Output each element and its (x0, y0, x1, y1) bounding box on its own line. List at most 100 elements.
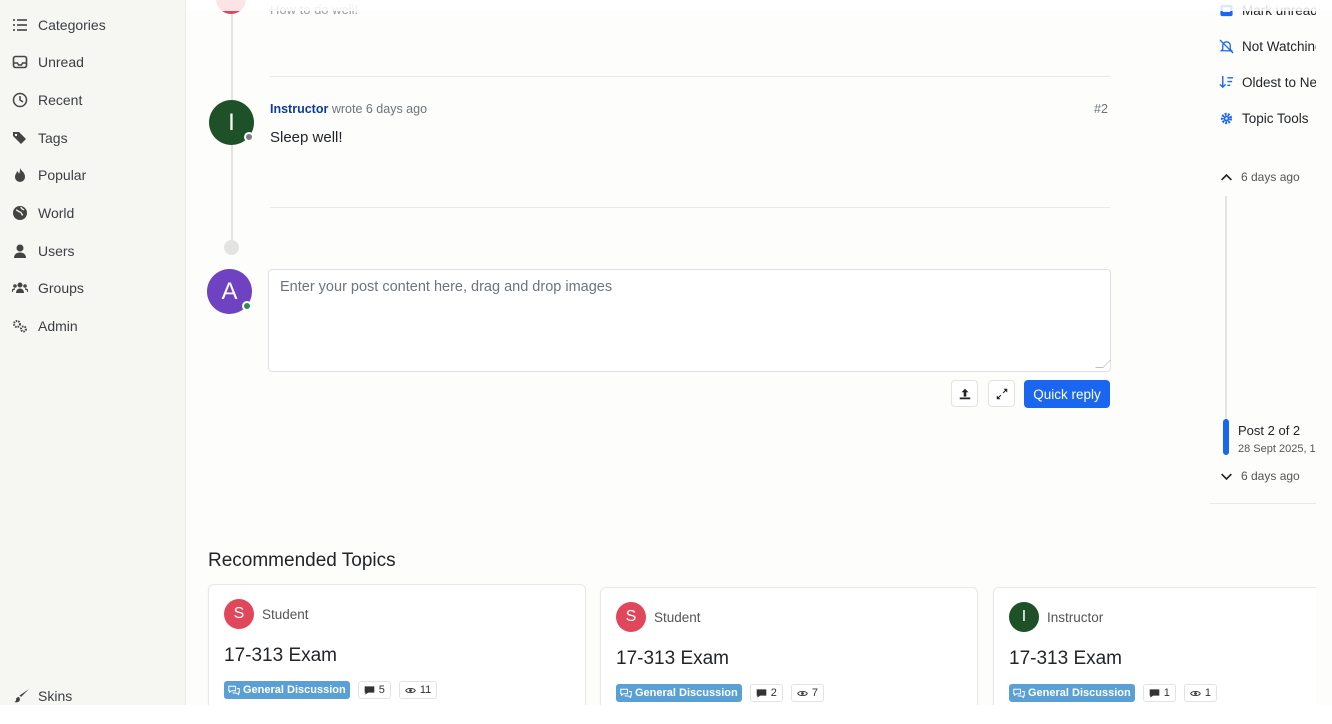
post-author-link[interactable]: Instructor (270, 102, 328, 116)
expand-icon (996, 388, 1007, 399)
sidebar-item-label: Recent (38, 92, 83, 108)
sidebar-item-label: Popular (38, 167, 87, 183)
expand-composer-button[interactable] (988, 380, 1015, 407)
sidebar-item-label: Categories (38, 17, 106, 33)
sidebar-item-tags[interactable]: Tags (12, 127, 68, 149)
card-username[interactable]: Student (262, 607, 309, 622)
eye-icon (1190, 690, 1201, 696)
users-icon (12, 282, 28, 293)
topic-card[interactable]: I Instructor 17-313 Exam General Discuss… (993, 587, 1316, 705)
card-meta: General Discussion 2 7 (616, 684, 824, 702)
sidebar-item-recent[interactable]: Recent (12, 89, 82, 111)
navigator-thumb[interactable] (1223, 419, 1229, 455)
view-count: 11 (398, 681, 438, 699)
sidebar-item-label: World (38, 205, 75, 221)
eye-icon (405, 687, 416, 693)
navigator-bottom-button[interactable]: 6 days ago (1220, 469, 1300, 483)
sort-label: Oldest to Newest (1242, 75, 1316, 90)
sidebar-item-popular[interactable]: Popular (12, 164, 86, 186)
sort-icon (1219, 75, 1234, 89)
card-username[interactable]: Student (654, 610, 701, 625)
navigator-post-date: 28 Sept 2025, 12:00 (1238, 443, 1316, 455)
scroll-fade-bottom (0, 705, 1332, 724)
paintbrush-icon (14, 689, 29, 703)
topic-card[interactable]: S Student 17-313 Exam General Discussion… (600, 587, 978, 705)
topic-card[interactable]: S Student 17-313 Exam General Discussion… (208, 584, 586, 705)
post-count: 5 (357, 681, 391, 699)
card-title[interactable]: 17-313 Exam (224, 645, 337, 667)
eye-icon (797, 690, 808, 696)
watch-toggle-button[interactable]: Not Watching (1219, 39, 1316, 54)
scroll-fade-top (186, 0, 1332, 11)
post-timestamp[interactable]: wrote 6 days ago (332, 102, 427, 116)
category-badge[interactable]: General Discussion (1009, 684, 1135, 702)
view-count-value: 11 (419, 684, 432, 696)
recommended-topics-list: S Student 17-313 Exam General Discussion… (186, 575, 1316, 705)
resize-handle[interactable] (1095, 360, 1111, 368)
avatar[interactable]: I (1009, 602, 1039, 632)
sidebar-item-groups[interactable]: Groups (12, 277, 84, 299)
timeline-end-dot (224, 240, 239, 255)
card-title[interactable]: 17-313 Exam (616, 648, 729, 670)
sort-button[interactable]: Oldest to Newest (1219, 75, 1316, 90)
inbox-icon (12, 55, 28, 69)
sidebar-item-world[interactable]: World (12, 202, 74, 224)
avatar[interactable]: S (616, 602, 646, 632)
tags-icon (13, 132, 26, 144)
avatar-letter: I (1021, 608, 1027, 625)
message-icon (756, 688, 767, 698)
quick-reply-button[interactable]: Quick reply (1024, 380, 1110, 408)
sidebar-item-users[interactable]: Users (12, 240, 75, 262)
composer-placeholder: Enter your post content here, drag and d… (280, 279, 613, 295)
category-badge[interactable]: General Discussion (224, 681, 350, 699)
navigator-top-button[interactable]: 6 days ago (1220, 170, 1300, 184)
post-divider (270, 207, 1110, 208)
post-meta: Instructor wrote 6 days ago (270, 102, 427, 116)
post-count-value: 5 (378, 684, 385, 696)
sidebar-item-unread[interactable]: Unread (12, 51, 84, 73)
post-content: Sleep well! (270, 129, 343, 146)
fire-icon (15, 168, 25, 182)
avatar-letter: S (233, 605, 245, 622)
message-icon (1149, 688, 1160, 698)
sidebar-item-admin[interactable]: Admin (12, 315, 78, 337)
card-title[interactable]: 17-313 Exam (1009, 648, 1122, 670)
topic-tools-button[interactable]: Topic Tools (1219, 111, 1309, 126)
view-count: 1 (1183, 684, 1217, 702)
navigator-position: Post 2 of 2 (1238, 423, 1301, 438)
chevron-down-icon (1221, 472, 1232, 480)
sidebar-item-skins[interactable]: Skins (14, 688, 72, 704)
category-label: General Discussion (243, 684, 346, 696)
post-index-link[interactable]: #2 (1094, 102, 1108, 116)
upload-icon (959, 388, 970, 399)
quick-reply-textarea[interactable]: Enter your post content here, drag and d… (268, 269, 1111, 372)
view-count-value: 7 (811, 687, 818, 699)
navigator-bottom-date: 6 days ago (1241, 469, 1300, 483)
category-label: General Discussion (635, 687, 738, 699)
avatar[interactable]: S (224, 599, 254, 629)
comments-icon (620, 688, 632, 699)
sidebar-item-categories[interactable]: Categories (12, 14, 106, 36)
post-count: 1 (1142, 684, 1176, 702)
status-indicator (242, 301, 252, 311)
comments-icon (1013, 688, 1025, 699)
sidebar-item-label: Admin (38, 318, 78, 334)
skins-label: Skins (38, 688, 73, 704)
card-username[interactable]: Instructor (1047, 610, 1103, 625)
avatar-letter: I (228, 108, 235, 136)
avatar-letter: A (221, 277, 238, 305)
status-indicator (244, 132, 254, 142)
clock-icon (12, 92, 28, 108)
list-icon (13, 19, 27, 31)
sidebar-item-label: Groups (38, 280, 84, 296)
recommended-topics-heading: Recommended Topics (208, 550, 396, 571)
sidebar: Categories Unread Recent Tags Popular Wo… (0, 0, 186, 724)
user-icon (14, 244, 26, 258)
upload-button[interactable] (951, 380, 978, 407)
chevron-up-icon (1221, 173, 1232, 181)
comments-icon (228, 685, 240, 696)
category-badge[interactable]: General Discussion (616, 684, 742, 702)
navigator-track[interactable] (1225, 196, 1227, 421)
bell-slash-icon (1219, 39, 1234, 54)
navigator-top-date: 6 days ago (1241, 170, 1300, 184)
